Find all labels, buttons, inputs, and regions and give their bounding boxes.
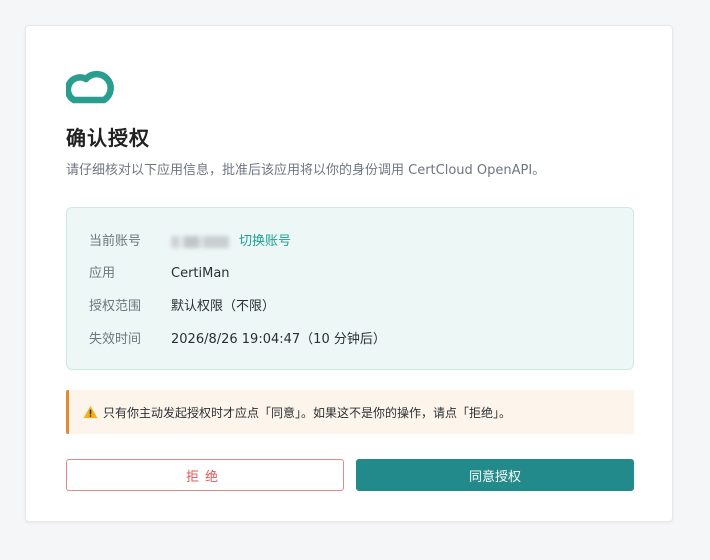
blurred-account-name xyxy=(171,236,229,248)
approve-button[interactable]: 同意授权 xyxy=(356,459,634,491)
warning-icon xyxy=(83,405,98,419)
warning-text: 只有你主动发起授权时才应点「同意」。如果这不是你的操作，请点「拒绝」。 xyxy=(103,405,512,420)
reject-button[interactable]: 拒绝 xyxy=(66,459,344,491)
authorization-card: 确认授权 请仔细核对以下应用信息，批准后该应用将以你的身份调用 CertClou… xyxy=(25,25,673,522)
app-info-panel: 当前账号 切换账号 应用 CertiMan 授权范围 默认权限（不限） 失效时间… xyxy=(66,207,634,370)
expiry-value: 2026/8/26 19:04:47（10 分钟后） xyxy=(171,332,386,347)
app-value: CertiMan xyxy=(171,266,230,281)
scope-value: 默认权限（不限） xyxy=(171,299,276,314)
page-subtitle: 请仔细核对以下应用信息，批准后该应用将以你的身份调用 CertCloud Ope… xyxy=(66,163,546,178)
scope-label: 授权范围 xyxy=(89,299,142,314)
account-label: 当前账号 xyxy=(89,234,142,249)
warning-banner: 只有你主动发起授权时才应点「同意」。如果这不是你的操作，请点「拒绝」。 xyxy=(66,390,634,434)
page-title: 确认授权 xyxy=(66,126,150,150)
switch-account-link[interactable]: 切换账号 xyxy=(239,233,291,251)
app-label: 应用 xyxy=(89,266,116,281)
expiry-label: 失效时间 xyxy=(89,332,142,347)
cloud-logo-icon xyxy=(66,70,114,104)
